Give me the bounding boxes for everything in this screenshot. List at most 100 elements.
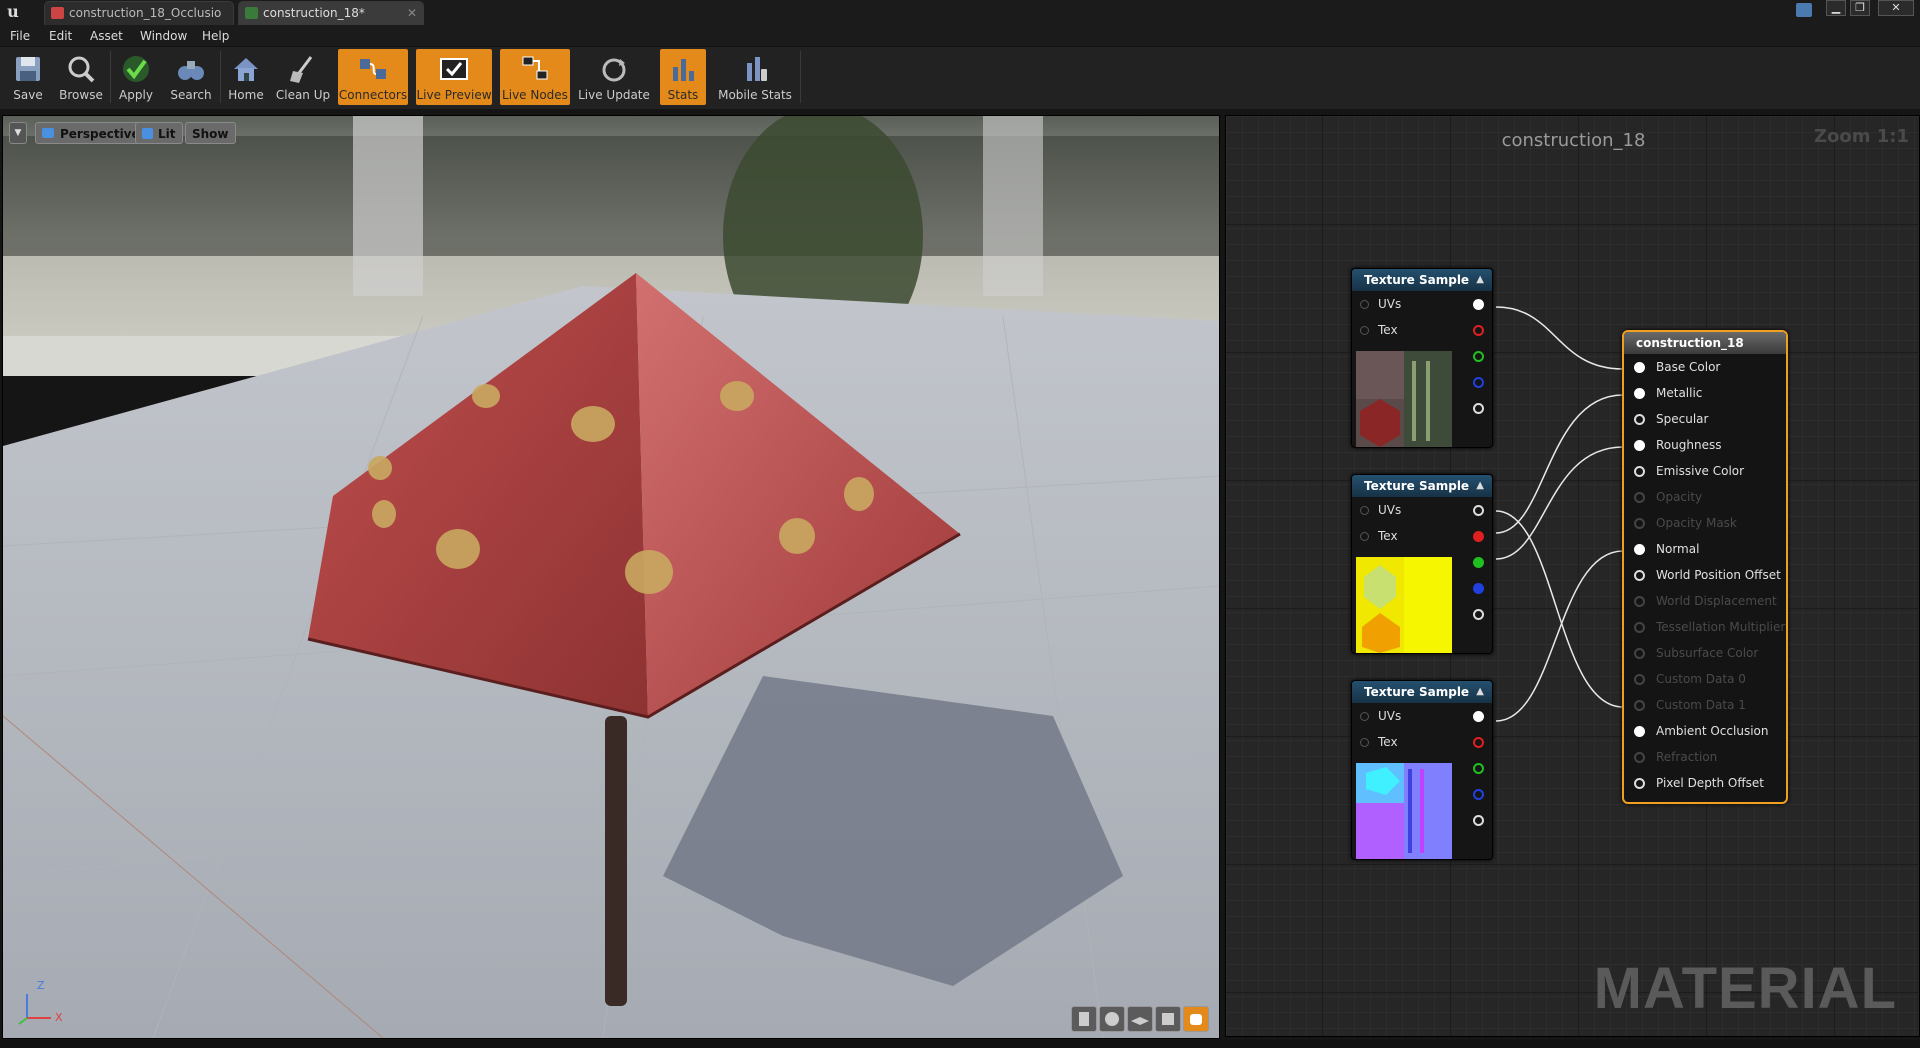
minimize-button[interactable]: ▁ — [1826, 0, 1846, 16]
texture-sample-node-1[interactable]: Texture Sample ▲ UVs Tex — [1351, 268, 1493, 448]
preview-cube-button[interactable] — [1155, 1006, 1181, 1032]
apply-button[interactable]: Apply — [114, 49, 158, 105]
red-output-pin[interactable] — [1473, 325, 1484, 336]
perspective-view-button[interactable]: Perspective — [35, 122, 147, 144]
tex-input-pin[interactable] — [1360, 532, 1369, 541]
material-input-refraction: Refraction — [1624, 744, 1786, 770]
material-input-ambient-occlusion: Ambient Occlusion — [1624, 718, 1786, 744]
preview-custom-mesh-button[interactable] — [1183, 1006, 1209, 1032]
preview-sphere-button[interactable] — [1099, 1006, 1125, 1032]
material-asset-icon — [245, 7, 258, 19]
mobile-stats-label: Mobile Stats — [718, 88, 792, 102]
collapse-icon[interactable]: ▲ — [1476, 681, 1484, 703]
uvs-input-pin[interactable] — [1360, 300, 1369, 309]
material-input-pin[interactable] — [1634, 414, 1645, 425]
node-title: Texture Sample — [1364, 479, 1470, 493]
stats-toggle[interactable]: Stats — [660, 49, 706, 105]
tab-material-editor[interactable]: construction_18* ✕ — [238, 1, 424, 25]
node-header[interactable]: Texture Sample ▲ — [1352, 681, 1492, 703]
lit-view-mode-button[interactable]: Lit — [135, 122, 183, 144]
browse-button[interactable]: Browse — [56, 49, 106, 105]
restore-button[interactable]: ❐ — [1850, 0, 1870, 16]
menu-edit[interactable]: Edit — [49, 26, 72, 46]
green-output-pin[interactable] — [1473, 351, 1484, 362]
close-window-button[interactable]: ✕ — [1878, 0, 1914, 16]
material-input-pin[interactable] — [1634, 388, 1645, 399]
rgb-output-pin[interactable] — [1473, 711, 1484, 722]
home-label: Home — [228, 88, 264, 102]
home-icon — [234, 58, 258, 81]
unreal-logo-icon: u — [7, 2, 19, 21]
material-result-node[interactable]: construction_18 Base Color Metallic Specul… — [1622, 330, 1788, 804]
mobile-stats-toggle[interactable]: Mobile Stats — [714, 49, 796, 105]
preview-plane-button[interactable] — [1127, 1006, 1153, 1032]
live-preview-icon — [440, 58, 468, 80]
green-output-pin[interactable] — [1473, 557, 1484, 568]
rgb-output-pin[interactable] — [1473, 299, 1484, 310]
close-tab-icon[interactable]: ✕ — [407, 2, 417, 24]
tab-occlusion-texture[interactable]: construction_18_Occlusio — [44, 1, 234, 25]
node-header[interactable]: Texture Sample ▲ — [1352, 269, 1492, 291]
tex-input-pin[interactable] — [1360, 738, 1369, 747]
material-node-header[interactable]: construction_18 — [1624, 332, 1786, 354]
clean-up-button[interactable]: Clean Up — [274, 49, 332, 105]
search-button[interactable]: Search — [166, 49, 216, 105]
material-input-label: Pixel Depth Offset — [1656, 776, 1764, 790]
preview-cylinder-button[interactable] — [1071, 1006, 1097, 1032]
collapse-icon[interactable]: ▲ — [1476, 269, 1484, 291]
blue-output-pin[interactable] — [1473, 583, 1484, 594]
live-preview-toggle[interactable]: Live Preview — [416, 49, 492, 105]
green-output-pin[interactable] — [1473, 763, 1484, 774]
material-input-metallic: Metallic — [1624, 380, 1786, 406]
material-input-pin[interactable] — [1634, 440, 1645, 451]
apply-check-icon — [123, 56, 149, 82]
viewport-options-dropdown[interactable]: ▼ — [9, 122, 27, 144]
material-input-label: Custom Data 1 — [1656, 698, 1746, 712]
material-input-pin[interactable] — [1634, 570, 1645, 581]
blue-output-pin[interactable] — [1473, 789, 1484, 800]
mobile-stats-icon — [747, 57, 767, 81]
material-input-pin[interactable] — [1634, 778, 1645, 789]
viewport-scene — [3, 116, 1219, 1038]
clean-up-label: Clean Up — [275, 88, 331, 102]
source-control-icon[interactable] — [1796, 3, 1812, 17]
material-input-pin[interactable] — [1634, 544, 1645, 555]
red-output-pin[interactable] — [1473, 737, 1484, 748]
axis-z-label: Z — [37, 979, 45, 992]
alpha-output-pin[interactable] — [1473, 815, 1484, 826]
save-button[interactable]: Save — [6, 49, 50, 105]
uvs-input-pin[interactable] — [1360, 506, 1369, 515]
menu-file[interactable]: File — [10, 26, 30, 46]
home-button[interactable]: Home — [224, 49, 268, 105]
blue-output-pin[interactable] — [1473, 377, 1484, 388]
perspective-label: Perspective — [60, 127, 140, 141]
browse-icon — [68, 56, 95, 83]
uvs-input-pin[interactable] — [1360, 712, 1369, 721]
menu-help[interactable]: Help — [202, 26, 229, 46]
menu-window[interactable]: Window — [140, 26, 187, 46]
show-flags-button[interactable]: Show — [185, 122, 236, 144]
perspective-icon — [42, 128, 54, 138]
node-header[interactable]: Texture Sample ▲ — [1352, 475, 1492, 497]
material-graph-panel[interactable]: construction_18 Zoom 1:1 MATERIAL Textur… — [1225, 115, 1920, 1037]
material-input-pin[interactable] — [1634, 362, 1645, 373]
plane-icon — [1131, 1017, 1149, 1025]
rgb-output-pin[interactable] — [1473, 505, 1484, 516]
pin-label-uvs: UVs — [1378, 503, 1402, 517]
show-label: Show — [192, 127, 229, 141]
material-input-pin[interactable] — [1634, 466, 1645, 477]
texture-sample-node-2[interactable]: Texture Sample ▲ UVs Tex — [1351, 474, 1493, 654]
alpha-output-pin[interactable] — [1473, 403, 1484, 414]
texture-sample-node-3[interactable]: Texture Sample ▲ UVs Tex — [1351, 680, 1493, 860]
material-input-custom-data-0: Custom Data 0 — [1624, 666, 1786, 692]
material-input-pin[interactable] — [1634, 726, 1645, 737]
connectors-toggle[interactable]: Connectors — [338, 49, 408, 105]
live-nodes-toggle[interactable]: Live Nodes — [500, 49, 570, 105]
collapse-icon[interactable]: ▲ — [1476, 475, 1484, 497]
red-output-pin[interactable] — [1473, 531, 1484, 542]
preview-viewport[interactable]: ▼ Perspective Lit Show Z X — [2, 115, 1220, 1039]
live-update-toggle[interactable]: Live Update — [576, 49, 652, 105]
alpha-output-pin[interactable] — [1473, 609, 1484, 620]
tex-input-pin[interactable] — [1360, 326, 1369, 335]
menu-asset[interactable]: Asset — [90, 26, 123, 46]
